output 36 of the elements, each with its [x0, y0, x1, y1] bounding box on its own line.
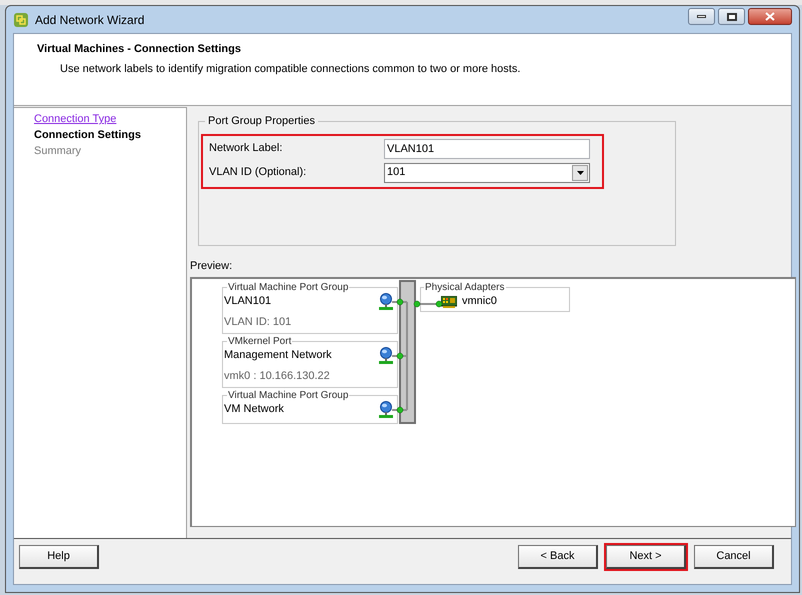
adapters-title: Physical Adapters	[424, 282, 506, 292]
wizard-button[interactable]: Next >	[606, 545, 686, 569]
network-globe-icon	[379, 401, 393, 418]
dropdown-field[interactable]: 101	[384, 162, 590, 182]
minimize-button[interactable]	[688, 8, 715, 25]
app-icon	[13, 12, 29, 28]
network-card-icon	[441, 296, 457, 308]
field-label: Network Label:	[209, 141, 284, 156]
uplink-connector	[414, 300, 442, 307]
maximize-button[interactable]	[718, 8, 745, 25]
group-title: Port Group Properties	[207, 114, 316, 129]
field-label: VLAN ID (Optional):	[209, 165, 308, 180]
port-group-type: Virtual Machine Port Group	[227, 390, 350, 400]
network-globe-icon	[379, 293, 393, 310]
input-field[interactable]: VLAN101	[384, 138, 590, 158]
wizard-step[interactable]: Connection Settings	[34, 127, 141, 143]
wizard-step[interactable]: Summary	[34, 143, 82, 159]
network-globe-icon	[379, 347, 393, 364]
port-group-name: VM Network	[224, 402, 285, 418]
port-group-name: Management Network	[224, 348, 333, 364]
port-group-type: Virtual Machine Port Group	[227, 282, 350, 292]
window-title: Add Network Wizard	[35, 12, 146, 28]
port-group-detail: vmk0 : 10.166.130.22	[224, 368, 331, 384]
port-group-type: VMkernel Port	[227, 336, 292, 346]
close-icon	[765, 12, 775, 21]
page-description: Use network labels to identify migration compatible connections common to two or more hosts.	[59, 62, 522, 76]
close-button[interactable]	[748, 8, 792, 25]
wizard-button[interactable]: Help	[19, 545, 99, 569]
port-group-detail: VLAN ID: 101	[224, 314, 292, 330]
page-title: Virtual Machines - Connection Settings	[37, 42, 242, 57]
wizard-button[interactable]: < Back	[518, 545, 598, 569]
preview-label: Preview:	[190, 259, 234, 274]
wizard-button[interactable]: Cancel	[694, 545, 774, 569]
port-group-name: VLAN101	[224, 294, 272, 310]
wizard-step[interactable]: Connection Type	[34, 111, 116, 127]
adapter-name: vmnic0	[462, 294, 497, 310]
